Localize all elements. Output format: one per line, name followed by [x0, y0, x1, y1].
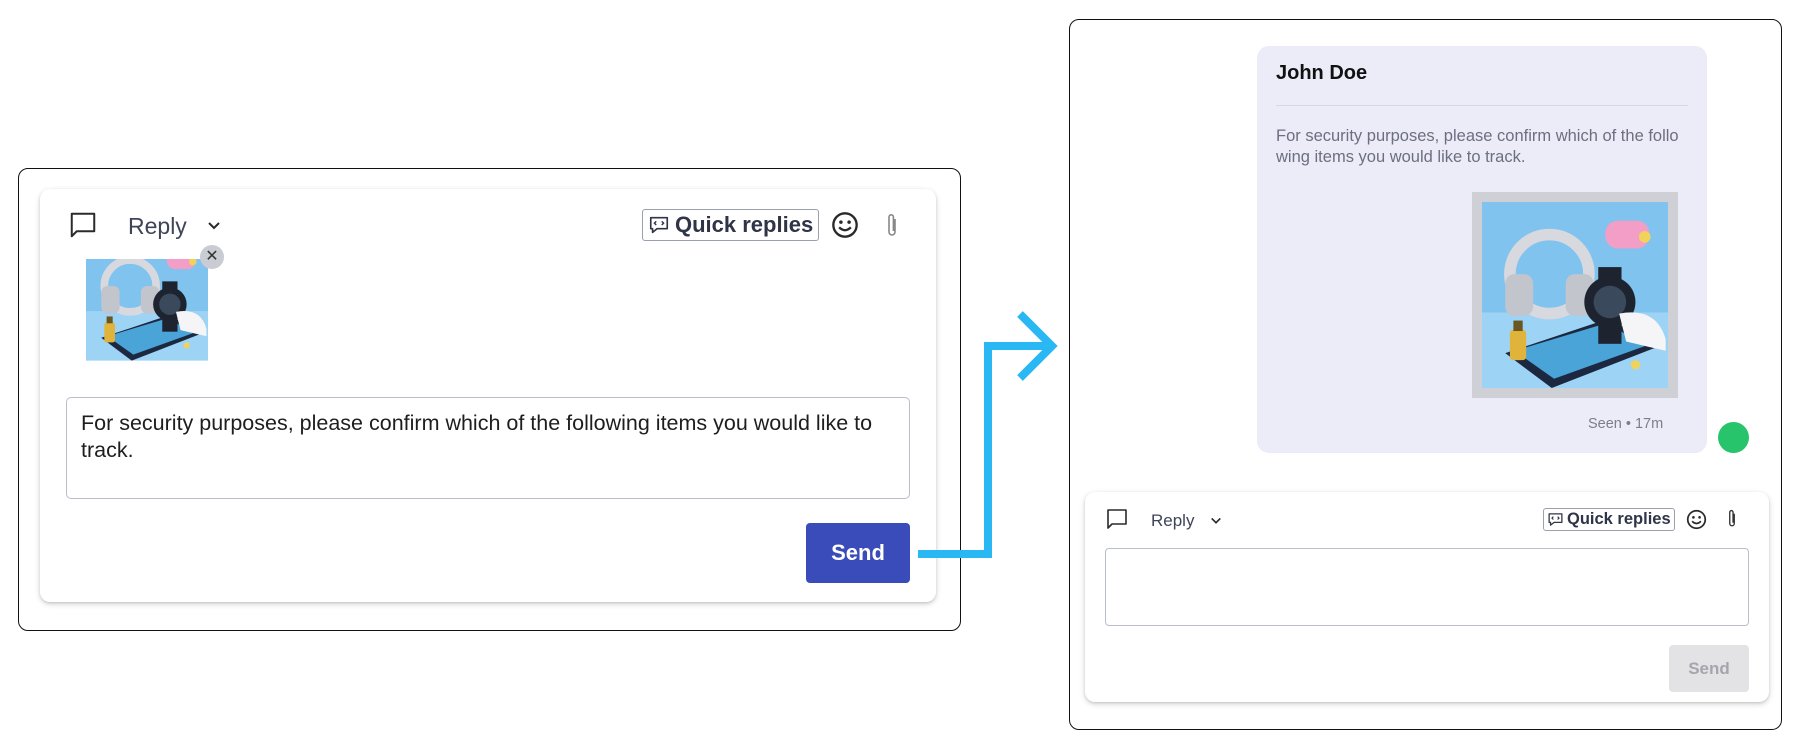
quick-replies-label: Quick replies: [1567, 510, 1671, 528]
chevron-down-icon[interactable]: [1210, 515, 1222, 527]
message-input[interactable]: [1105, 548, 1749, 626]
sender-name: John Doe: [1276, 62, 1368, 84]
message-status: Seen • 17m: [1588, 416, 1664, 432]
send-button-disabled[interactable]: Send: [1669, 645, 1749, 692]
reply-mode-label[interactable]: Reply: [1151, 511, 1194, 531]
message-image[interactable]: [1472, 192, 1678, 398]
avatar: [1718, 422, 1749, 453]
emoji-icon[interactable]: [1686, 509, 1707, 530]
chat-bubble-icon[interactable]: [1105, 507, 1129, 531]
paperclip-icon[interactable]: [1726, 508, 1738, 530]
quick-replies-button[interactable]: Quick replies: [1543, 508, 1675, 531]
message-text: For security purposes, please confirm wh…: [1276, 127, 1679, 166]
divider: [1276, 105, 1688, 106]
quick-replies-icon: [1548, 513, 1563, 526]
message-bubble: John Doe For security purposes, please c…: [1257, 46, 1707, 453]
reply-composer-empty: Reply Quick replies Send: [1085, 492, 1769, 702]
